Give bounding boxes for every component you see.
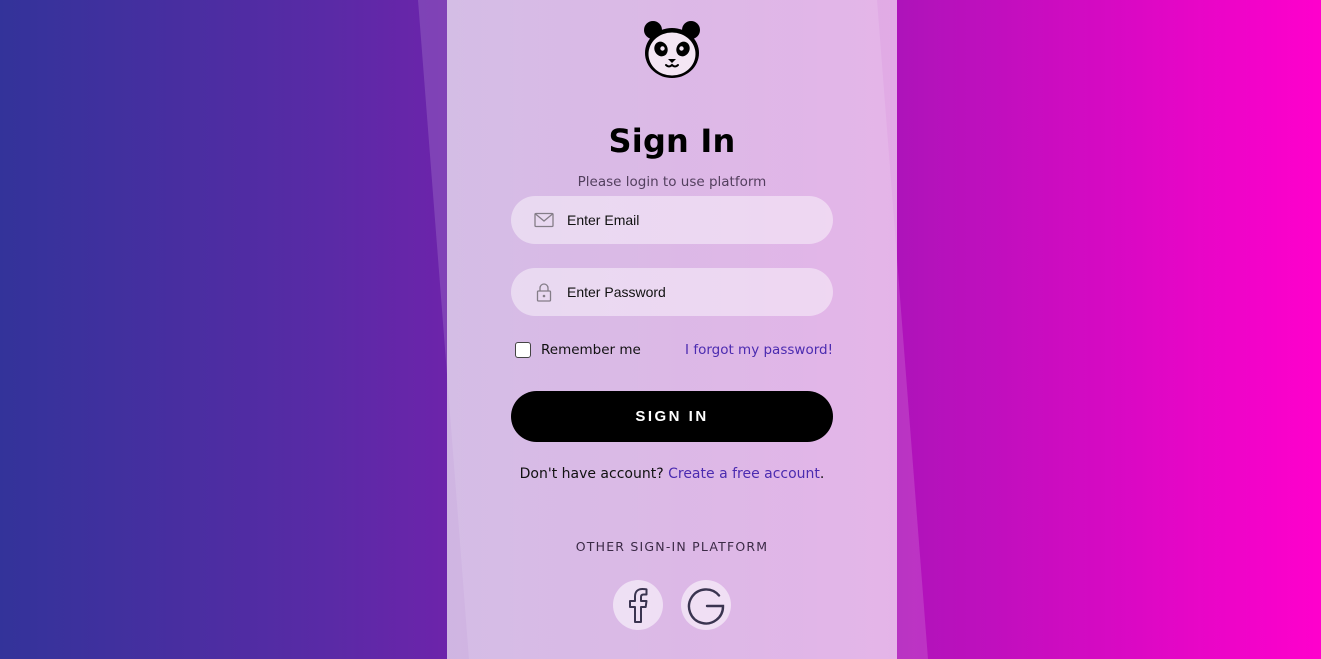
facebook-button[interactable] xyxy=(613,580,663,630)
remember-checkbox[interactable] xyxy=(515,342,531,358)
login-options: Remember me I forgot my password! xyxy=(511,342,833,358)
password-input[interactable] xyxy=(567,284,817,300)
social-heading: OTHER SIGN-IN PLATFORM xyxy=(575,539,769,554)
envelope-icon xyxy=(533,209,555,231)
google-icon xyxy=(687,588,725,625)
panda-icon xyxy=(644,21,700,78)
password-field[interactable] xyxy=(511,268,833,316)
remember-label: Remember me xyxy=(541,342,641,358)
create-account-link[interactable]: Create a free account xyxy=(668,466,820,482)
sign-in-button[interactable]: SIGN IN xyxy=(511,391,833,442)
signup-prompt: Don't have account? Create a free accoun… xyxy=(520,466,825,482)
page-title: Sign In xyxy=(608,122,736,160)
lock-icon xyxy=(533,281,555,303)
remember-me[interactable]: Remember me xyxy=(511,342,641,358)
facebook-icon xyxy=(629,588,648,623)
social-buttons xyxy=(613,580,731,630)
signup-prompt-text: Don't have account? xyxy=(519,466,664,482)
signup-suffix: . xyxy=(819,466,825,482)
page-subtitle: Please login to use platform xyxy=(577,174,767,190)
email-field[interactable] xyxy=(511,196,833,244)
google-button[interactable] xyxy=(681,580,731,630)
email-input[interactable] xyxy=(567,212,817,228)
login-card: Sign In Please login to use platform Rem… xyxy=(447,0,897,659)
forgot-password-link[interactable]: I forgot my password! xyxy=(685,342,833,358)
